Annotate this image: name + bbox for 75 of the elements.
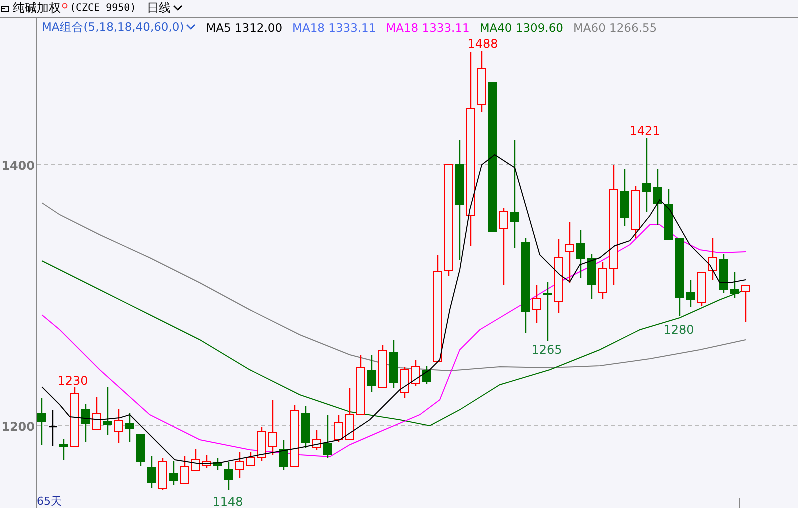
candlestick xyxy=(664,189,674,240)
period-count-label: 65天 xyxy=(37,495,62,508)
caret-icon xyxy=(173,5,184,12)
candlestick xyxy=(378,345,388,388)
y-axis-label: 1200 xyxy=(2,420,35,434)
candlestick xyxy=(334,415,344,442)
candlestick xyxy=(148,456,156,488)
candlestick xyxy=(60,439,68,460)
legend-item: MA5 1312.00 xyxy=(206,20,283,34)
candlestick xyxy=(49,410,57,446)
candlestick xyxy=(632,186,640,238)
candlestick xyxy=(302,406,310,448)
candlestick xyxy=(576,230,586,278)
candlestick xyxy=(742,286,750,322)
candlestick xyxy=(478,51,486,112)
candlestick xyxy=(82,404,90,442)
candlestick xyxy=(324,415,332,458)
candlestick xyxy=(686,280,696,307)
candlestick xyxy=(92,397,102,430)
candlestick xyxy=(126,413,134,442)
instrument-name: 纯碱加权 xyxy=(13,0,61,17)
price-extreme-label: 1265 xyxy=(532,343,562,357)
candlestick xyxy=(400,367,410,398)
candlestick xyxy=(70,387,80,448)
price-extreme-label: 1421 xyxy=(630,124,660,138)
candlestick xyxy=(202,455,212,468)
price-extreme-label: 1280 xyxy=(664,323,694,337)
candlestick xyxy=(368,355,376,392)
candlestick xyxy=(246,452,256,466)
candlestick xyxy=(730,272,740,298)
candlestick xyxy=(114,409,124,443)
candlestick xyxy=(312,430,322,450)
candlestick xyxy=(598,262,608,299)
candlestick xyxy=(136,434,146,466)
candlestick xyxy=(390,340,398,388)
candlestick xyxy=(158,458,168,490)
candlestick xyxy=(346,388,354,440)
candlestick xyxy=(422,366,432,384)
legend-item: MA18 1333.11 xyxy=(292,20,376,34)
legend-item: MA18 1333.11 xyxy=(386,20,470,34)
candlestick xyxy=(720,254,728,293)
candlestick xyxy=(180,456,190,484)
candlestick xyxy=(544,282,552,341)
candlestick xyxy=(280,440,288,470)
period-dropdown[interactable]: 日线 xyxy=(147,0,184,17)
price-extreme-label: 1148 xyxy=(212,495,244,508)
legend-item: MA60 1266.55 xyxy=(573,20,658,34)
candlestick xyxy=(224,462,234,490)
price-extreme-label: 1488 xyxy=(468,37,498,51)
candlestick xyxy=(412,360,420,386)
candlestick xyxy=(104,387,112,435)
candlestick xyxy=(258,427,266,461)
price-extreme-label: 1230 xyxy=(58,374,88,388)
candlestick xyxy=(356,355,366,416)
ma-group-dropdown[interactable]: MA组合(5,18,18,40,60,0) xyxy=(42,20,196,35)
window-icon xyxy=(1,6,9,12)
candlestick xyxy=(38,398,46,445)
candlestick xyxy=(654,169,662,225)
candlestick xyxy=(236,452,244,478)
status-circle-icon xyxy=(62,3,68,9)
caret-icon xyxy=(186,24,196,31)
candlestick xyxy=(620,169,630,226)
candlestick xyxy=(698,272,706,306)
y-axis-label: 1400 xyxy=(2,159,35,173)
candlestick xyxy=(192,449,200,472)
candlestick xyxy=(214,458,222,470)
candlestick xyxy=(708,238,718,280)
candlestick xyxy=(532,285,542,323)
instrument-code: (CZCE 9950) xyxy=(70,3,136,14)
candlestick xyxy=(290,405,300,468)
candlestick xyxy=(588,254,596,299)
candlestick xyxy=(268,400,278,455)
candlestick xyxy=(566,222,574,283)
legend-item: MA40 1309.60 xyxy=(480,20,564,34)
candlestick xyxy=(170,461,178,485)
